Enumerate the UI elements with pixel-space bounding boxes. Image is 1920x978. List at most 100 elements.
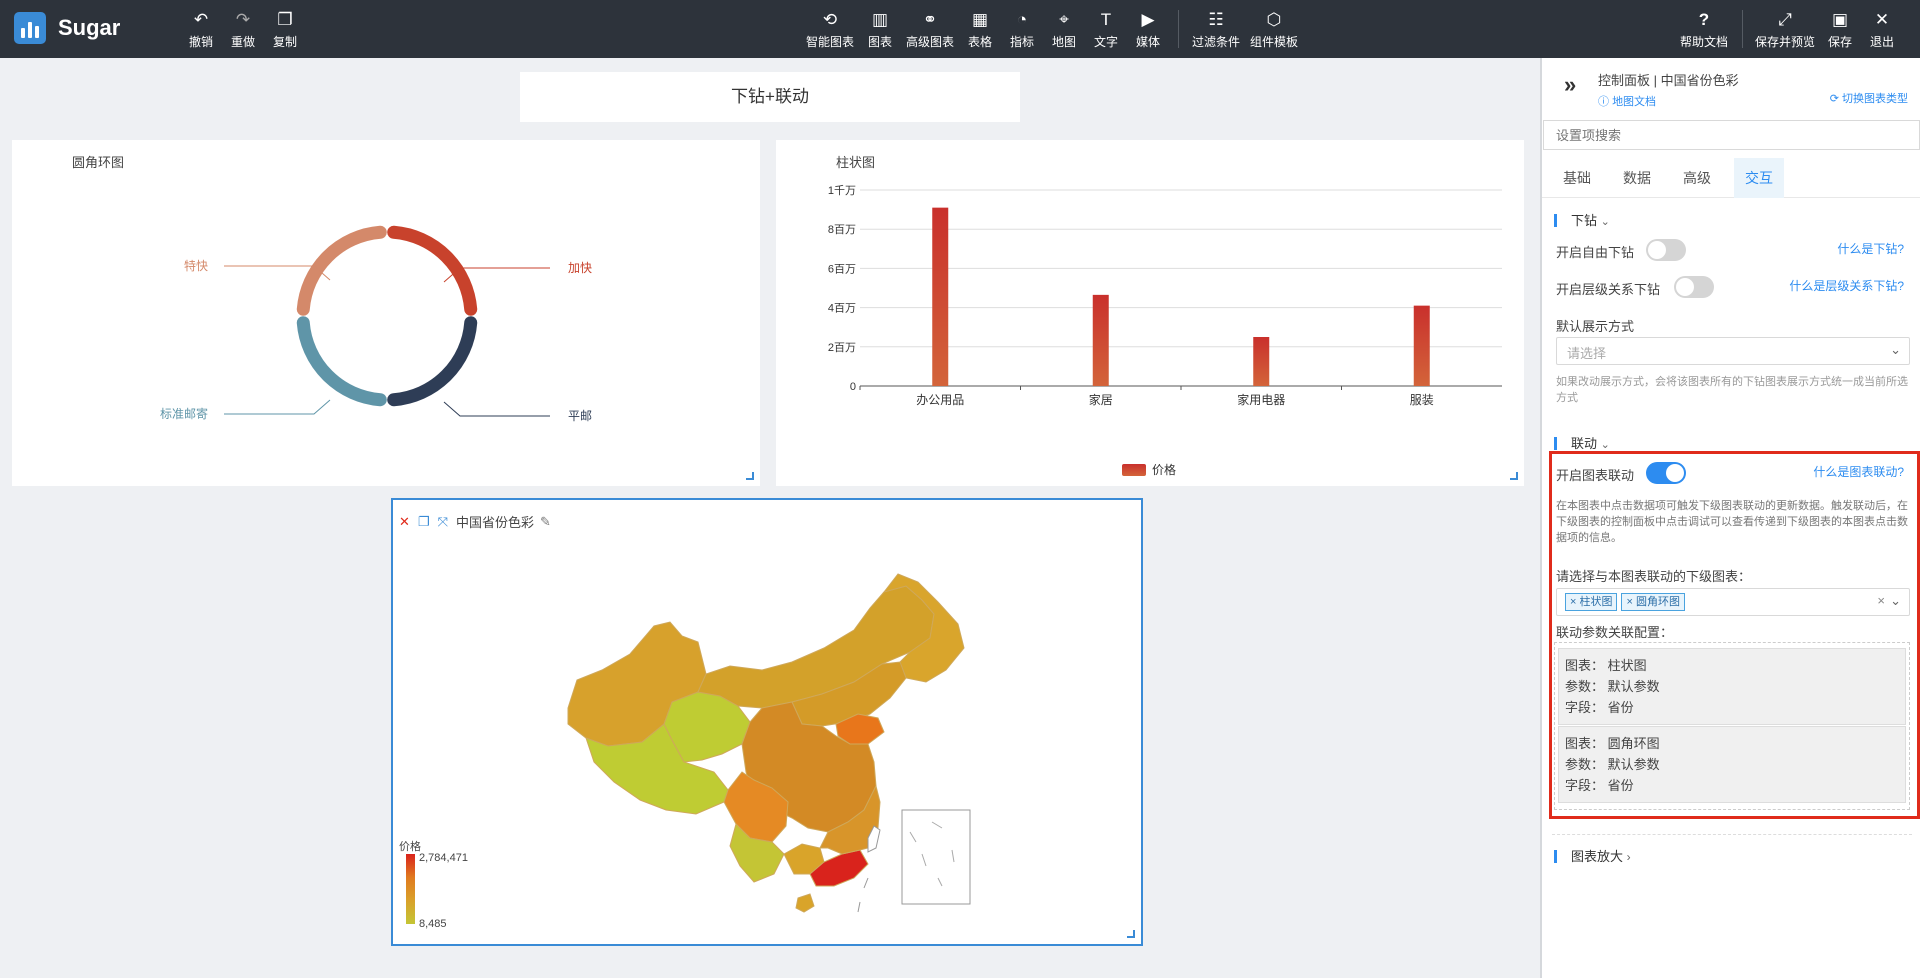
donut-slice[interactable] [387, 225, 478, 316]
free-drill-help-link[interactable]: 什么是下钻? [1837, 240, 1904, 257]
top-toolbar: Sugar ↶ 撤销 ↷ 重做 ❐ 复制 ⟲ 智能图表 ▥ 图表 ⚭ 高级图表 ▦ 表格 ◔ 指… [0, 0, 1920, 58]
x-tick-label: 服装 [1410, 393, 1434, 407]
donut-label-line [443, 401, 550, 417]
media-button[interactable]: ▶ 媒体 [1134, 10, 1162, 52]
config-field: 字段： 省份 [1565, 700, 1634, 715]
tab-advanced[interactable]: 高级 [1668, 158, 1726, 198]
save-preview-button[interactable]: ⤢ 保存并预览 [1754, 10, 1816, 52]
dashboard-title[interactable]: 下钻+联动 [520, 72, 1020, 122]
tab-basic[interactable]: 基础 [1548, 158, 1606, 198]
advanced-chart-button[interactable]: ⚭ 高级图表 [904, 10, 956, 52]
config-param: 参数： 默认参数 [1565, 757, 1660, 772]
indicator-button[interactable]: ◔ 指标 [1008, 10, 1036, 52]
link-section-header[interactable]: 联动 ⌄ [1554, 433, 1610, 452]
tab-interaction[interactable]: 交互 [1734, 158, 1784, 198]
map-legend-min: 8,485 [419, 918, 447, 930]
map-doc-link[interactable]: ⓘ 地图文档 [1598, 93, 1656, 109]
tag-donut-chart[interactable]: × 圆角环图 [1621, 593, 1685, 611]
donut-chart-card[interactable]: 圆角环图 加快 平邮 标准邮寄 特快 [12, 140, 760, 486]
table-button[interactable]: ▦ 表格 [966, 10, 994, 52]
y-tick-label: 0 [850, 381, 856, 393]
clear-icon[interactable]: × [1877, 593, 1885, 608]
legend-swatch[interactable] [1122, 464, 1146, 476]
chart-link-label: 开启图表联动 [1556, 468, 1635, 483]
resize-handle[interactable] [746, 472, 754, 480]
copy-icon: ❐ [277, 10, 293, 29]
x-tick-label: 家用电器 [1237, 392, 1285, 407]
zoom-section-header[interactable]: 图表放大 › [1554, 846, 1631, 865]
chevron-down-icon: ⌄ [1600, 216, 1610, 228]
help-doc-button[interactable]: ? 帮助文档 [1678, 10, 1730, 52]
app-name: Sugar [58, 15, 121, 40]
section-marker [1554, 437, 1557, 450]
section-marker [1554, 214, 1557, 227]
toolbar-divider [1178, 10, 1179, 48]
bar-chart-icon: ▥ [871, 10, 889, 29]
switch-chart-type-link[interactable]: ⟳ 切换图表类型 [1830, 90, 1908, 106]
donut-slice[interactable] [296, 225, 387, 316]
config-chart: 图表： 圆角环图 [1565, 736, 1660, 751]
tag-bar-chart[interactable]: × 柱状图 [1565, 593, 1618, 611]
level-drill-toggle[interactable] [1674, 276, 1714, 298]
template-button[interactable]: ⬡ 组件模板 [1248, 10, 1300, 52]
y-tick-label: 6百万 [828, 263, 856, 275]
resize-handle[interactable] [1510, 472, 1518, 480]
sub-chart-multiselect[interactable]: × 柱状图 × 圆角环图 × ⌄ [1556, 588, 1910, 616]
undo-button[interactable]: ↶ 撤销 [186, 10, 216, 52]
config-param: 参数： 默认参数 [1565, 679, 1660, 694]
donut-slice-label: 平邮 [568, 409, 592, 423]
link-config-item[interactable]: 图表： 柱状图 参数： 默认参数 字段： 省份 [1558, 648, 1906, 725]
donut-slice[interactable] [387, 316, 478, 407]
filter-icon: ☷ [1208, 10, 1224, 29]
display-mode-select[interactable]: 请选择 ⌄ [1556, 337, 1910, 365]
bar[interactable] [1413, 305, 1430, 386]
donut-chart: 加快平邮 标准邮寄 特快 [160, 225, 592, 423]
config-chart: 图表： 柱状图 [1565, 658, 1647, 673]
map-legend-max: 2,784,471 [419, 852, 468, 864]
level-drill-help-link[interactable]: 什么是层级关系下钻? [1789, 277, 1904, 294]
link-config-item[interactable]: 图表： 圆角环图 参数： 默认参数 字段： 省份 [1558, 726, 1906, 803]
redo-button[interactable]: ↷ 重做 [228, 10, 258, 52]
save-button[interactable]: ▣ 保存 [1826, 10, 1854, 52]
filter-button[interactable]: ☷ 过滤条件 [1190, 10, 1242, 52]
text-button[interactable]: T 文字 [1092, 10, 1120, 52]
bar[interactable] [1092, 294, 1109, 386]
close-icon: ✕ [1874, 10, 1890, 29]
legend-label[interactable]: 价格 [1152, 462, 1176, 477]
map-chart-card[interactable]: ✕ ❐ ⤧ 中国省份色彩 ✎ 价格 2,784,471 8,485 [391, 498, 1143, 946]
app-logo[interactable]: Sugar [14, 12, 120, 44]
copy-button[interactable]: ❐ 复制 [270, 10, 300, 52]
chart-link-description: 在本图表中点击数据项可触发下级图表联动的更新数据。触发联动后，在下级图表的控制面… [1556, 500, 1908, 544]
donut-slice[interactable] [296, 316, 387, 407]
display-mode-hint: 如果改动展示方式，会将该图表所有的下钻图表展示方式统一成当前所选方式 [1556, 376, 1908, 404]
bar-chart-card[interactable]: 柱状图 0 2百万 4百万 6百万 8百万 1千万 办公用品 家居 家用电器 服装 价格 [776, 140, 1524, 486]
donut-slice-label: 特快 [184, 258, 208, 273]
settings-search-input[interactable] [1543, 120, 1920, 150]
chart-link-help-link[interactable]: 什么是图表联动? [1813, 463, 1904, 480]
free-drill-toggle[interactable] [1646, 239, 1686, 261]
component-template-icon: ⬡ [1266, 10, 1282, 29]
save-icon: ▣ [1831, 10, 1849, 29]
tab-data[interactable]: 数据 [1608, 158, 1666, 198]
map-legend-title: 价格 [399, 841, 421, 853]
refresh-icon: ⟳ [1829, 93, 1842, 105]
drill-section-header[interactable]: 下钻 ⌄ [1554, 210, 1610, 229]
smart-chart-button[interactable]: ⟲ 智能图表 [804, 10, 856, 52]
map-button[interactable]: ⌖ 地图 [1050, 10, 1078, 52]
chart-link-toggle[interactable] [1646, 462, 1686, 484]
bar-chart: 0 2百万 4百万 6百万 8百万 1千万办公用品 家居 家用电器 服装价格 [828, 184, 1502, 477]
resize-handle[interactable] [1127, 930, 1135, 938]
chart-button[interactable]: ▥ 图表 [866, 10, 894, 52]
bar[interactable] [932, 207, 949, 386]
text-icon: T [1100, 10, 1112, 29]
collapse-panel-icon[interactable]: » [1564, 72, 1576, 98]
map-legend-gradient[interactable] [406, 854, 415, 924]
tag-remove-icon[interactable]: × [1626, 596, 1635, 608]
level-drill-label: 开启层级关系下钻 [1556, 282, 1661, 297]
bar[interactable] [1253, 337, 1270, 386]
y-tick-label: 1千万 [828, 184, 856, 197]
exit-button[interactable]: ✕ 退出 [1868, 10, 1896, 52]
china-province-map [567, 573, 971, 913]
x-tick-label: 办公用品 [916, 392, 964, 407]
expand-icon: ⤢ [1778, 10, 1792, 29]
